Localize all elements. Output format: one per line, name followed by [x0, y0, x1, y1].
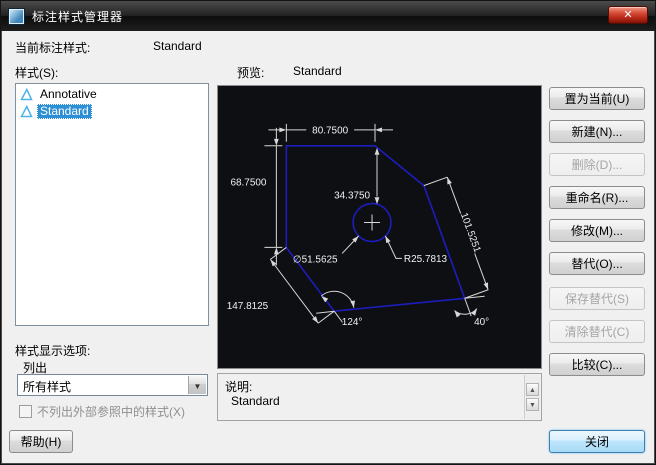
style-display-options-label: 样式显示选项:	[15, 344, 91, 358]
style-item-standard[interactable]: Standard	[18, 103, 206, 120]
xref-filter-row: 不列出外部参照中的样式(X)	[19, 403, 185, 420]
dim-left: 68.7500	[230, 178, 266, 189]
list-filter-value: 所有样式	[23, 380, 72, 394]
styles-list[interactable]: Annotative Standard	[15, 83, 209, 326]
annotative-style-icon	[20, 105, 33, 118]
styles-list-label: 样式(S):	[15, 66, 59, 80]
shape-outline	[285, 144, 466, 313]
description-scrollbar[interactable]: ▲ ▼	[524, 375, 540, 419]
dropdown-button[interactable]: ▼	[188, 376, 206, 394]
modify-button[interactable]: 修改(M)...	[549, 219, 645, 242]
window-title: 标注样式管理器	[32, 9, 124, 24]
dim-angle-bottom: 124°	[342, 317, 363, 328]
list-filter-dropdown[interactable]: 所有样式 ▼	[17, 374, 208, 396]
dimension-arrows	[270, 127, 489, 324]
help-button[interactable]: 帮助(H)	[9, 430, 73, 453]
dimension-texts: 80.7500 68.7500 34.3750 101.5251 ∅51.562…	[227, 125, 489, 328]
scroll-up-icon[interactable]: ▲	[526, 383, 539, 396]
annotative-style-icon	[20, 88, 33, 101]
close-icon: ✕	[623, 9, 633, 21]
window-close-button[interactable]: ✕	[608, 6, 648, 24]
current-style-label: 当前标注样式:	[15, 41, 91, 55]
dim-angle-right: 40°	[474, 317, 489, 328]
dim-lower-left: 147.8125	[227, 301, 269, 312]
save-override-button: 保存替代(S)	[549, 287, 645, 310]
preview-style-name: Standard	[293, 64, 342, 78]
description-box: 说明: Standard ▲ ▼	[217, 373, 542, 421]
current-style-value: Standard	[153, 39, 202, 53]
dim-top: 80.7500	[312, 125, 348, 136]
style-item-label: Standard	[37, 104, 92, 119]
new-button[interactable]: 新建(N)...	[549, 120, 645, 143]
compare-button[interactable]: 比较(C)...	[549, 353, 645, 376]
app-icon	[9, 8, 24, 24]
xref-checkbox-label: 不列出外部参照中的样式(X)	[37, 405, 185, 419]
clear-override-button: 清除替代(C)	[549, 320, 645, 343]
dim-right: 101.5251	[458, 211, 483, 254]
override-button[interactable]: 替代(O)...	[549, 252, 645, 275]
dim-diameter: ∅51.5625	[293, 254, 338, 265]
preview-label: 预览:	[237, 66, 265, 80]
description-value: Standard	[231, 394, 280, 408]
delete-button: 删除(D)...	[549, 153, 645, 176]
dim-middle: 34.3750	[334, 191, 370, 202]
chevron-down-icon: ▼	[193, 382, 202, 391]
style-preview-panel: 80.7500 68.7500 34.3750 101.5251 ∅51.562…	[217, 85, 542, 369]
description-label: 说明:	[225, 380, 253, 394]
rename-button[interactable]: 重命名(R)...	[549, 186, 645, 209]
style-item-annotative[interactable]: Annotative	[18, 86, 206, 103]
dimension-style-manager-dialog: 标注样式管理器 ✕ 当前标注样式: Standard 样式(S): 预览: St…	[0, 0, 656, 465]
preview-drawing: 80.7500 68.7500 34.3750 101.5251 ∅51.562…	[227, 123, 489, 328]
titlebar[interactable]: 标注样式管理器 ✕	[1, 1, 655, 31]
xref-checkbox	[19, 405, 32, 418]
style-item-label: Annotative	[40, 87, 97, 101]
close-button[interactable]: 关闭	[549, 430, 645, 453]
scroll-down-icon[interactable]: ▼	[526, 398, 539, 411]
dim-radius: R25.7813	[404, 254, 448, 265]
set-current-button[interactable]: 置为当前(U)	[549, 87, 645, 110]
